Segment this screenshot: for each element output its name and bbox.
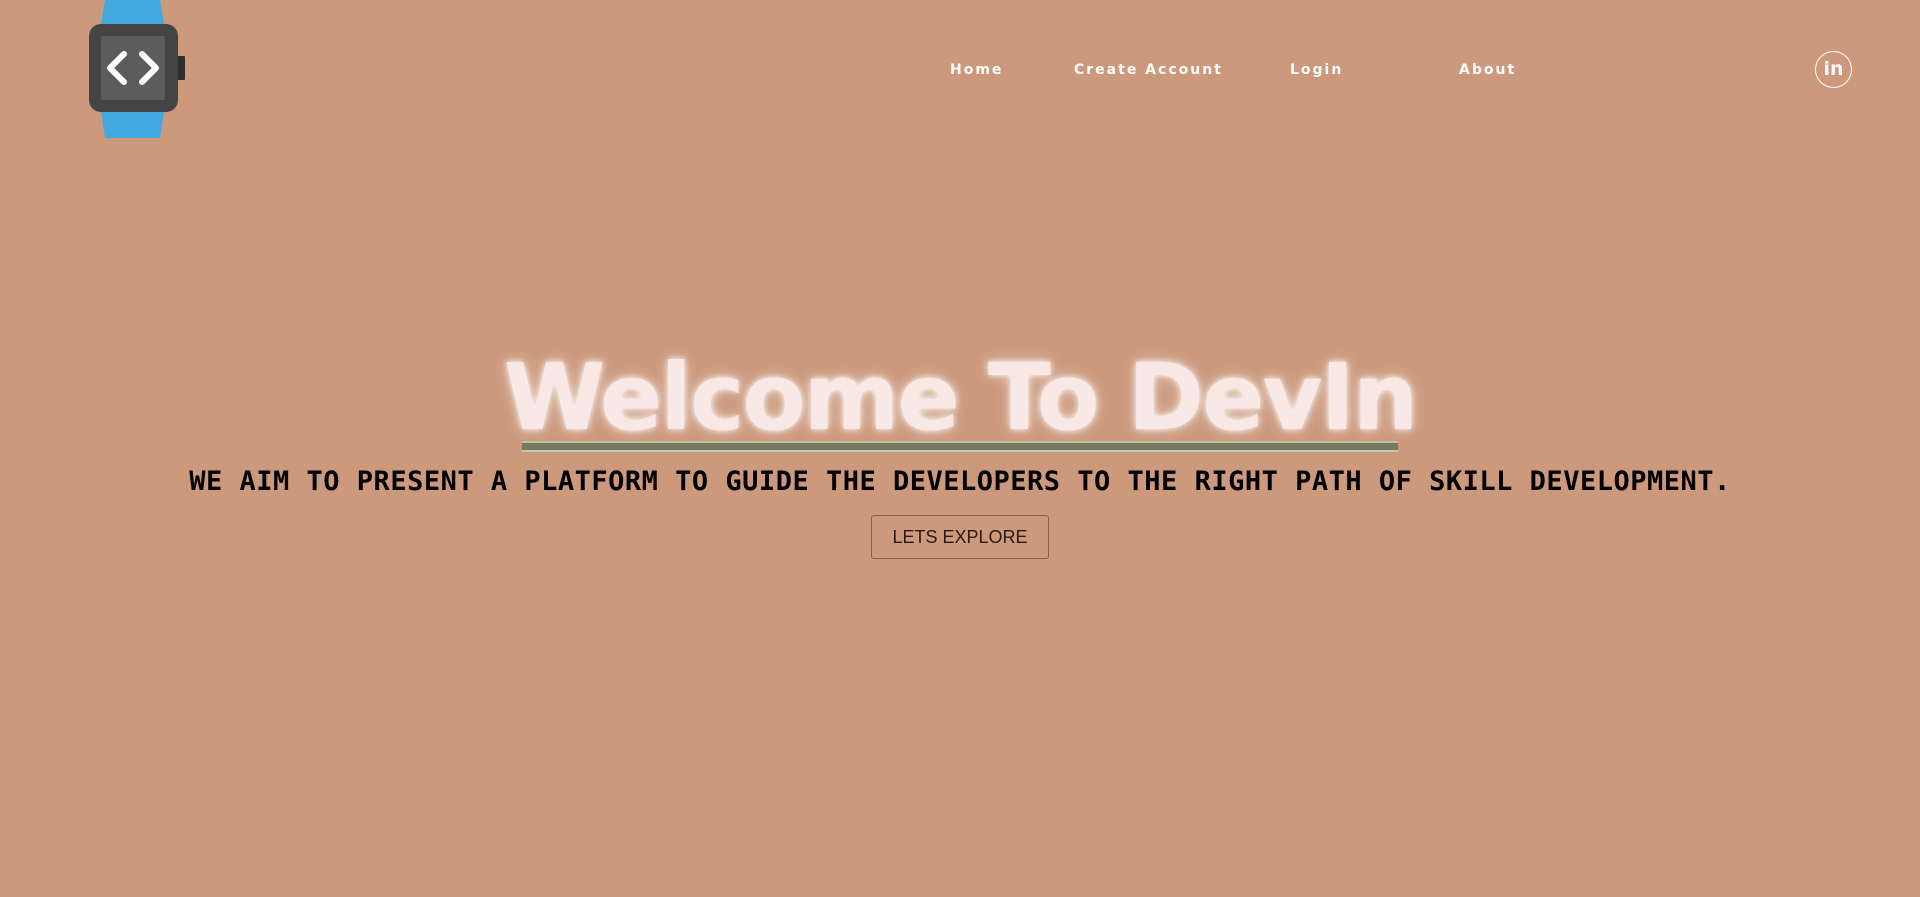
hero-subtitle: WE AIM TO PRESENT A PLATFORM TO GUIDE TH… bbox=[189, 466, 1731, 497]
nav-login-link[interactable]: Login bbox=[1290, 62, 1343, 78]
main-nav: Home Create Account Login About bbox=[0, 62, 1920, 82]
hero-title: Welcome To DevIn bbox=[503, 344, 1418, 451]
hero-title-wrap: Welcome To DevIn bbox=[0, 348, 1920, 448]
nav-about-link[interactable]: About bbox=[1459, 62, 1516, 78]
linkedin-link[interactable]: in bbox=[1815, 51, 1852, 88]
nav-create-account-link[interactable]: Create Account bbox=[1074, 62, 1223, 78]
page: Home Create Account Login About in Welco… bbox=[0, 0, 1920, 897]
lets-explore-button[interactable]: LETS EXPLORE bbox=[871, 515, 1049, 559]
nav-home-link[interactable]: Home bbox=[950, 62, 1003, 78]
linkedin-icon: in bbox=[1823, 57, 1844, 80]
